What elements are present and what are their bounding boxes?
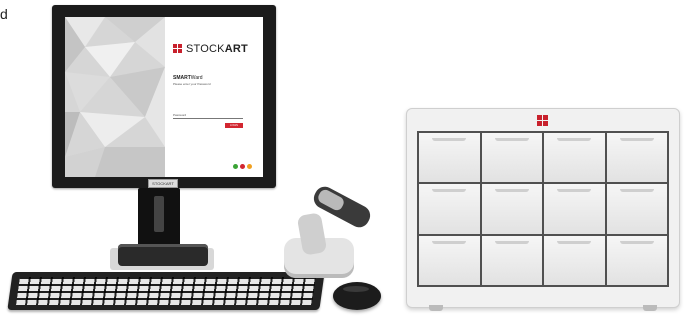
stockart-logo-icon (173, 44, 182, 53)
low-poly-background (65, 17, 165, 177)
drawer[interactable] (481, 235, 542, 285)
keyboard-keys[interactable] (16, 277, 316, 305)
status-indicators (233, 164, 252, 169)
monitor-brand-label: STOCKART (148, 179, 178, 188)
drawer[interactable] (606, 235, 667, 285)
cabinet-logo-icon (537, 115, 548, 126)
cabinet-foot-left (429, 305, 443, 311)
brand-logo: STOCKART (173, 43, 248, 55)
page-letter: d (0, 6, 8, 22)
password-field[interactable] (173, 118, 243, 119)
status-dot-red (240, 164, 245, 169)
app-title: SMARTWard (173, 75, 203, 81)
monitor-stand (138, 188, 180, 248)
drawer[interactable] (481, 184, 542, 234)
password-label: Password (173, 113, 187, 117)
mouse[interactable] (333, 282, 381, 310)
drawer[interactable] (544, 235, 605, 285)
stand-cable-slot (154, 196, 164, 232)
drawer[interactable] (544, 133, 605, 183)
drawer[interactable] (419, 235, 480, 285)
drawer[interactable] (606, 184, 667, 234)
monitor: STOCKART SMARTWard Please enter your Pas… (52, 5, 276, 188)
login-panel: STOCKART SMARTWard Please enter your Pas… (165, 17, 263, 177)
drawer[interactable] (419, 133, 480, 183)
drawer-grid (417, 131, 669, 287)
drawer[interactable] (544, 184, 605, 234)
status-dot-orange (247, 164, 252, 169)
keyboard[interactable] (7, 272, 325, 310)
cabinet-foot-right (643, 305, 657, 311)
monitor-screen: STOCKART SMARTWard Please enter your Pas… (65, 17, 263, 177)
login-button[interactable]: LOGIN (225, 123, 243, 128)
monitor-stand-base (118, 244, 208, 266)
drawer[interactable] (419, 184, 480, 234)
smartward-cabinet (406, 108, 680, 311)
drawer[interactable] (481, 133, 542, 183)
status-dot-green (233, 164, 238, 169)
mouse-highlight (343, 286, 369, 292)
drawer[interactable] (606, 133, 667, 183)
brand-name: STOCKART (186, 43, 248, 55)
app-subtitle: Please enter your Password (173, 82, 211, 86)
